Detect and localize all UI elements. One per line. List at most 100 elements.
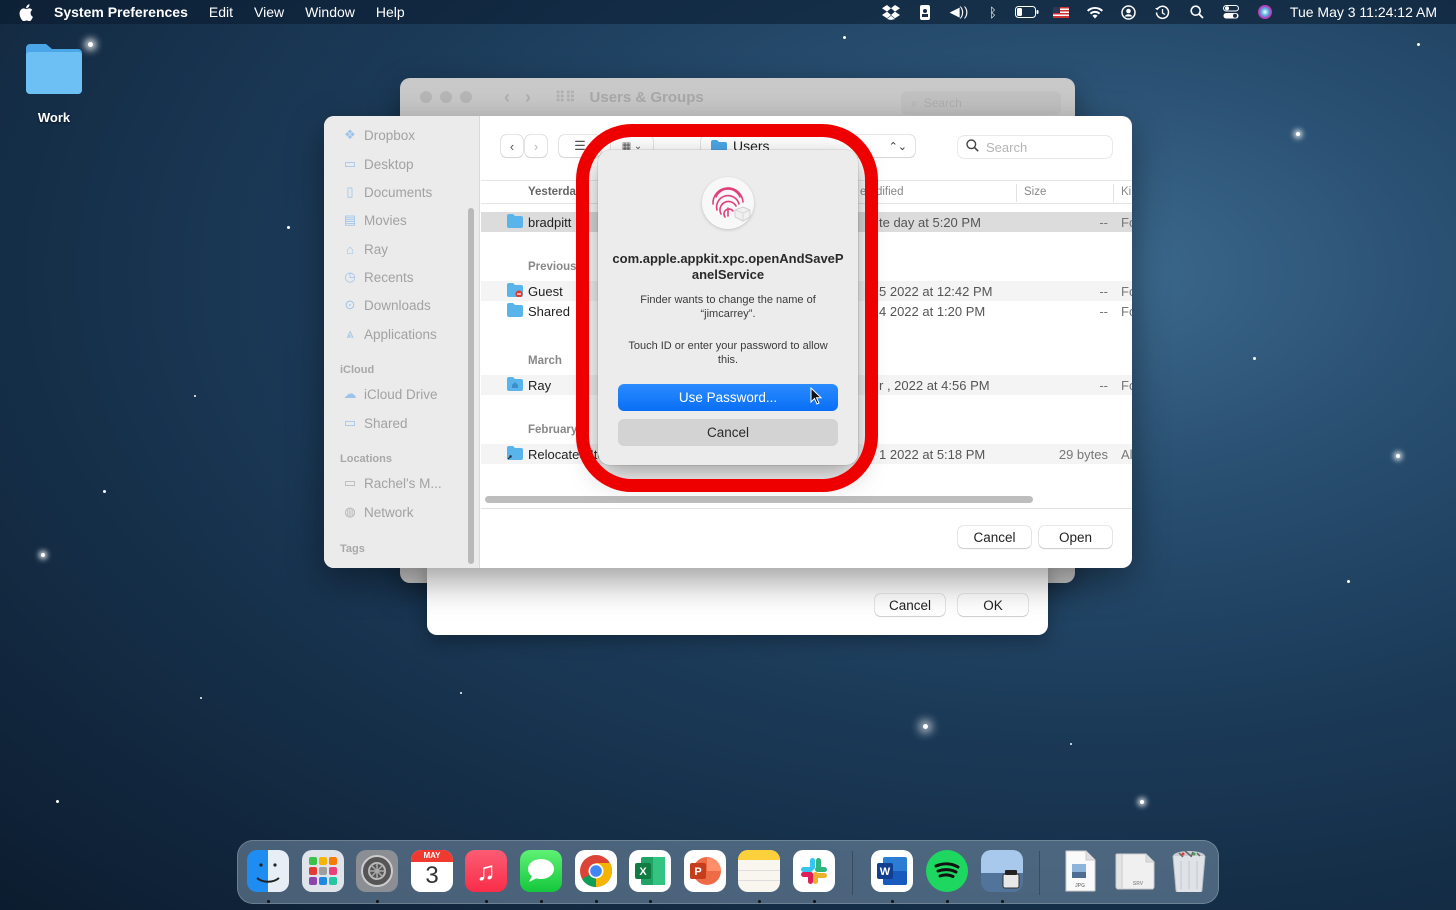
dropbox-icon[interactable] bbox=[874, 0, 908, 24]
dock-launchpad[interactable] bbox=[302, 850, 344, 892]
battery-icon[interactable] bbox=[1010, 0, 1044, 24]
svg-text:P: P bbox=[694, 866, 701, 878]
sidebar-item-documents[interactable]: ▯ Documents bbox=[342, 182, 432, 202]
zoom-button[interactable] bbox=[460, 91, 472, 103]
horizontal-scrollbar[interactable] bbox=[485, 496, 1033, 503]
app-menu[interactable]: System Preferences bbox=[54, 4, 188, 20]
wifi-icon[interactable] bbox=[1078, 0, 1112, 24]
sidebar-item-movies[interactable]: ▤ Movies bbox=[342, 210, 407, 230]
menu-view[interactable]: View bbox=[254, 4, 284, 20]
column-date-modified[interactable]: e odified bbox=[860, 186, 903, 198]
use-password-button[interactable]: Use Password... bbox=[618, 384, 838, 411]
desktop-folder-label: Work bbox=[37, 110, 71, 125]
menu-window[interactable]: Window bbox=[305, 4, 355, 20]
sidebar-item-dropbox[interactable]: ❖ Dropbox bbox=[342, 125, 415, 145]
music-note-icon: ♫ bbox=[476, 855, 496, 886]
users-groups-sheet: Cancel OK bbox=[427, 560, 1048, 635]
sidebar-item-ray[interactable]: ⌂ Ray bbox=[342, 239, 388, 259]
dock-word[interactable]: W bbox=[871, 850, 913, 892]
running-indicator bbox=[267, 900, 270, 903]
window-search-field[interactable]: ⌕ Search bbox=[901, 91, 1061, 115]
panel-cancel-button[interactable]: Cancel bbox=[958, 526, 1031, 548]
sidebar-item-downloads[interactable]: ⊙ Downloads bbox=[342, 295, 431, 315]
running-indicator bbox=[946, 900, 949, 903]
list-view-button[interactable]: ☰ bbox=[559, 135, 601, 157]
desktop-folder-work[interactable]: Work bbox=[22, 42, 86, 125]
sidebar-item-recents[interactable]: ◷ Recents bbox=[342, 267, 413, 287]
sidebar-item-icloud-drive[interactable]: ☁ iCloud Drive bbox=[342, 384, 438, 404]
running-indicator bbox=[649, 900, 652, 903]
show-all-grid-icon[interactable]: ⠿⠿ bbox=[555, 89, 576, 106]
document-icon: ▯ bbox=[346, 184, 354, 199]
search-icon: ⌕ bbox=[911, 95, 918, 110]
dock-notes[interactable] bbox=[738, 850, 780, 892]
badge-icon[interactable] bbox=[908, 0, 942, 24]
close-button[interactable] bbox=[420, 91, 432, 103]
forward-button[interactable]: › bbox=[525, 135, 547, 157]
dock: MAY 3 ♫ X P W JPG SRV bbox=[237, 840, 1219, 904]
minimize-button[interactable] bbox=[440, 91, 452, 103]
dock-trash[interactable] bbox=[1168, 850, 1210, 892]
column-size[interactable]: Size bbox=[1024, 186, 1046, 198]
group-label-march: March bbox=[528, 355, 562, 367]
dialog-message: Finder wants to change the name of “jimc… bbox=[640, 294, 816, 320]
dock-preview[interactable] bbox=[981, 850, 1023, 892]
user-icon[interactable] bbox=[1112, 0, 1146, 24]
sheet-cancel-button[interactable]: Cancel bbox=[875, 594, 945, 616]
sheet-ok-button[interactable]: OK bbox=[958, 594, 1028, 616]
dialog-cancel-button[interactable]: Cancel bbox=[618, 419, 838, 446]
dock-spotify[interactable] bbox=[926, 850, 968, 892]
svg-text:X: X bbox=[639, 866, 647, 878]
dock-slack[interactable] bbox=[793, 850, 835, 892]
sidebar-scrollbar[interactable] bbox=[468, 208, 474, 564]
dropbox-icon: ❖ bbox=[344, 127, 356, 142]
dock-jpg-file[interactable]: JPG bbox=[1059, 850, 1101, 892]
sidebar-item-mac[interactable]: ▭ Rachel's M... bbox=[342, 473, 442, 493]
column-name[interactable]: Yesterda bbox=[528, 186, 576, 198]
volume-icon[interactable]: ◀)) bbox=[942, 0, 976, 24]
dialog-hint: Touch ID or enter your password to allow… bbox=[628, 340, 828, 366]
alias-folder-icon bbox=[507, 446, 523, 460]
home-icon: ⌂ bbox=[346, 241, 354, 257]
dock-separator bbox=[852, 851, 853, 895]
control-center-icon[interactable] bbox=[1214, 0, 1248, 24]
dock-messages[interactable] bbox=[520, 850, 562, 892]
spotlight-icon[interactable] bbox=[1180, 0, 1214, 24]
column-kind[interactable]: Ki bbox=[1121, 186, 1131, 198]
running-indicator bbox=[1001, 900, 1004, 903]
dock-calendar[interactable]: MAY 3 bbox=[411, 850, 453, 892]
excel-icon: X bbox=[635, 857, 665, 885]
updown-chevron-icon: ⌃⌄ bbox=[888, 140, 907, 153]
finder-icon bbox=[256, 863, 280, 883]
dock-finder[interactable] bbox=[247, 850, 289, 892]
back-forward-icon[interactable]: ‹ › bbox=[504, 87, 531, 108]
sidebar-item-network[interactable]: ◍ Network bbox=[342, 502, 413, 522]
menubar-clock[interactable]: Tue May 3 11:24:12 AM bbox=[1290, 4, 1437, 20]
folder-icon bbox=[507, 214, 523, 228]
dock-powerpoint[interactable]: P bbox=[684, 850, 726, 892]
menu-edit[interactable]: Edit bbox=[209, 4, 233, 20]
dock-music[interactable]: ♫ bbox=[465, 850, 507, 892]
laptop-icon: ▭ bbox=[343, 475, 357, 490]
panel-open-button[interactable]: Open bbox=[1039, 526, 1112, 548]
running-indicator bbox=[891, 900, 894, 903]
sidebar-item-desktop[interactable]: ▭ Desktop bbox=[342, 154, 414, 174]
search-input[interactable]: Search bbox=[958, 136, 1112, 158]
flag-us-icon[interactable] bbox=[1044, 0, 1078, 24]
sidebar-item-shared[interactable]: ▭ Shared bbox=[342, 413, 408, 433]
menu-help[interactable]: Help bbox=[376, 4, 405, 20]
movies-icon: ▤ bbox=[343, 212, 357, 227]
time-machine-icon[interactable] bbox=[1146, 0, 1180, 24]
back-button[interactable]: ‹ bbox=[501, 135, 523, 157]
dock-system-preferences[interactable] bbox=[356, 850, 398, 892]
divider bbox=[481, 508, 1132, 509]
menu-bar: System Preferences Edit View Window Help… bbox=[0, 0, 1456, 24]
dock-document-stack[interactable]: SRV bbox=[1114, 850, 1156, 892]
sidebar-item-applications[interactable]: ⩓ Applications bbox=[342, 324, 436, 344]
siri-icon[interactable] bbox=[1248, 0, 1282, 24]
dock-excel[interactable]: X bbox=[629, 850, 671, 892]
folder-icon bbox=[24, 42, 84, 94]
apple-menu-icon[interactable] bbox=[19, 3, 35, 21]
bluetooth-icon[interactable]: ᛒ bbox=[976, 0, 1010, 24]
dock-chrome[interactable] bbox=[575, 850, 617, 892]
